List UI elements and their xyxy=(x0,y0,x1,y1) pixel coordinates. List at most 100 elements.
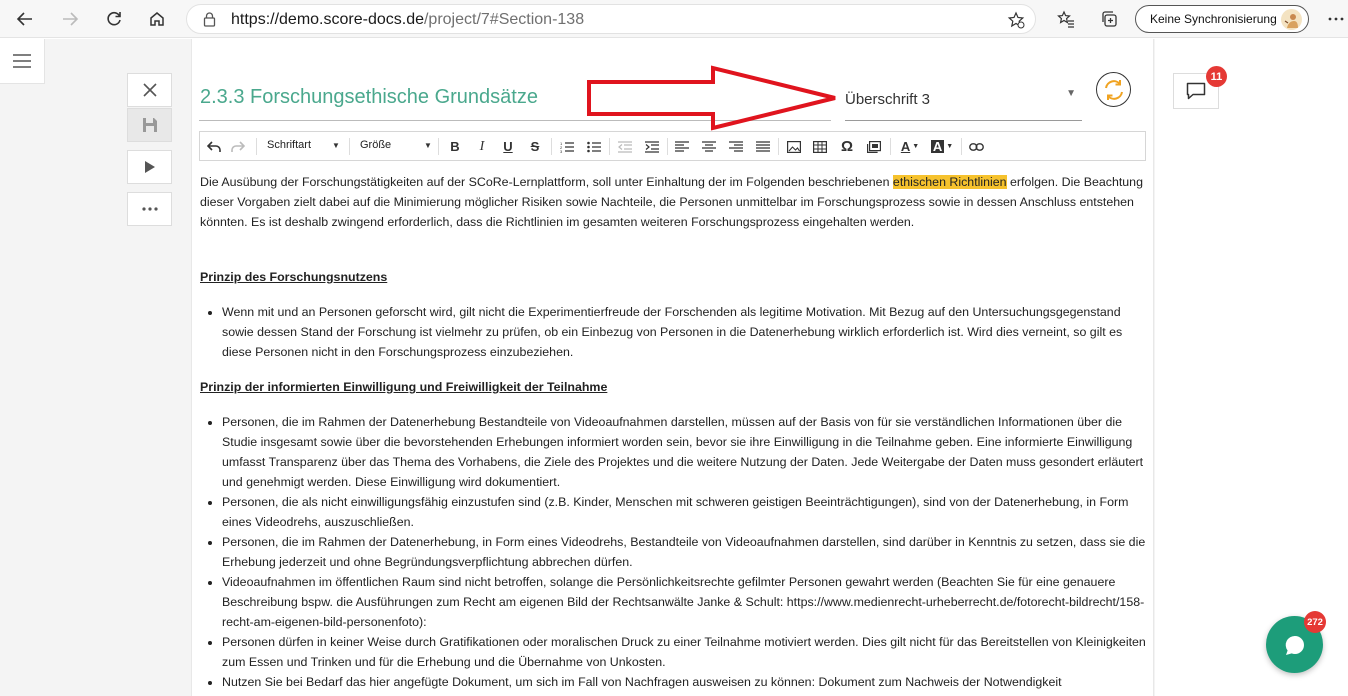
font-size-select[interactable]: Größe xyxy=(360,139,391,151)
special-character-button[interactable]: Ω xyxy=(838,136,856,157)
sync-icon xyxy=(1104,79,1123,100)
chat-icon xyxy=(1285,635,1304,655)
home-icon xyxy=(150,12,164,26)
align-justify-button[interactable] xyxy=(754,136,772,157)
caret-down-icon: ▼ xyxy=(912,143,920,150)
underline-button[interactable]: U xyxy=(499,136,517,157)
save-icon xyxy=(142,118,157,132)
strikethrough-button[interactable]: S xyxy=(526,136,544,157)
text-color-icon: A xyxy=(900,139,911,154)
caret-down-icon: ▼ xyxy=(1066,88,1076,99)
more-options-button[interactable] xyxy=(127,192,172,226)
close-editor-button[interactable] xyxy=(127,73,172,107)
bold-icon: B xyxy=(450,139,460,154)
redo-button[interactable] xyxy=(228,136,248,157)
toolbar-separator xyxy=(256,138,257,155)
size-caret-down-icon: ▼ xyxy=(424,141,432,150)
toolbar-separator xyxy=(667,138,668,155)
text-color-button[interactable]: A ▼ xyxy=(897,136,923,157)
section-title[interactable]: 2.3.3 Forschungsethische Grundsätze xyxy=(200,86,538,109)
bullet-list-button[interactable] xyxy=(585,136,603,157)
paragraph-style-select[interactable]: Überschrift 3 ▼ xyxy=(845,86,1082,121)
toolbar-separator xyxy=(438,138,439,155)
toolbar-separator xyxy=(349,138,350,155)
indent-button[interactable] xyxy=(643,136,661,157)
insert-image-button[interactable] xyxy=(785,136,803,157)
list-informed-consent: Personen, die im Rahmen der Datenerhebun… xyxy=(200,412,1146,692)
intro-paragraph: Die Ausübung der Forschungstätigkeiten a… xyxy=(200,172,1146,232)
sync-profile-button[interactable]: Keine Synchronisierung xyxy=(1135,5,1309,33)
save-button[interactable] xyxy=(127,108,172,142)
paragraph-style-value: Überschrift 3 xyxy=(845,91,931,108)
list-item: Personen dürfen in keiner Weise durch Gr… xyxy=(222,632,1146,672)
italic-icon: I xyxy=(479,138,485,154)
bold-button[interactable]: B xyxy=(446,136,464,157)
font-caret-down-icon: ▼ xyxy=(332,141,340,150)
undo-button[interactable] xyxy=(204,136,224,157)
home-button[interactable] xyxy=(143,5,171,33)
strikethrough-icon: S xyxy=(530,139,540,154)
more-icon xyxy=(1328,17,1344,21)
ordered-list-icon: 123 xyxy=(560,141,574,153)
toolbar-separator xyxy=(778,138,779,155)
back-icon xyxy=(16,12,32,26)
hamburger-icon xyxy=(13,54,31,68)
list-item: Wenn mit und an Personen geforscht wird,… xyxy=(222,302,1146,362)
align-center-button[interactable] xyxy=(700,136,718,157)
forward-button[interactable] xyxy=(56,5,84,33)
back-button[interactable] xyxy=(11,5,39,33)
undo-icon xyxy=(207,140,221,152)
insert-table-button[interactable] xyxy=(811,136,829,157)
browser-more-button[interactable] xyxy=(1322,5,1348,33)
play-icon xyxy=(144,161,155,173)
background-color-button[interactable]: A ▼ xyxy=(929,136,955,157)
toolbar-separator xyxy=(890,138,891,155)
comment-icon xyxy=(1186,82,1206,100)
close-icon xyxy=(142,83,157,97)
redo-icon xyxy=(231,140,245,152)
favorites-button[interactable] xyxy=(1052,5,1080,33)
table-icon xyxy=(813,140,827,153)
more-horizontal-icon xyxy=(141,207,158,211)
list-item: Personen, die als nicht einwilligungsfäh… xyxy=(222,492,1146,532)
align-left-icon xyxy=(675,140,689,152)
hamburger-menu-button[interactable] xyxy=(0,39,45,84)
ordered-list-button[interactable]: 123 xyxy=(558,136,576,157)
outdent-button[interactable] xyxy=(616,136,634,157)
favorites-icon xyxy=(1057,10,1074,28)
toolbar-separator xyxy=(551,138,552,155)
underline-icon: U xyxy=(503,139,513,154)
list-item: Nutzen Sie bei Bedarf das hier angefügte… xyxy=(222,672,1146,692)
address-bar[interactable]: https://demo.score-docs.de/project/7#Sec… xyxy=(186,4,1036,34)
caret-down-icon: ▼ xyxy=(946,143,954,150)
bullet-list-icon xyxy=(587,141,601,152)
collections-button[interactable] xyxy=(1095,5,1123,33)
sync-status-button[interactable] xyxy=(1096,72,1131,107)
play-button[interactable] xyxy=(127,150,172,184)
reload-button[interactable] xyxy=(100,5,128,33)
url-path: /project/7#Section-138 xyxy=(423,11,585,28)
favorite-add-icon[interactable] xyxy=(1007,11,1025,29)
align-right-button[interactable] xyxy=(727,136,745,157)
omega-icon: Ω xyxy=(840,138,854,155)
comments-count-badge: 11 xyxy=(1206,66,1227,87)
font-family-select[interactable]: Schriftart xyxy=(267,139,311,151)
link-icon xyxy=(968,142,984,151)
list-item: Personen, die im Rahmen der Datenerhebun… xyxy=(222,412,1146,492)
align-left-button[interactable] xyxy=(673,136,691,157)
lock-icon xyxy=(203,12,216,27)
media-icon xyxy=(867,140,881,153)
heading-research-benefit: Prinzip des Forschungsnutzens xyxy=(200,270,388,284)
sync-label: Keine Synchronisierung xyxy=(1150,12,1277,26)
insert-media-button[interactable] xyxy=(865,136,883,157)
highlighted-text: ethischen Richtlinien xyxy=(892,175,1007,189)
italic-button[interactable]: I xyxy=(473,136,491,157)
intro-text-start: Die Ausübung der Forschungstätigkeiten a… xyxy=(200,175,893,189)
right-panel xyxy=(1155,39,1348,696)
insert-link-button[interactable] xyxy=(967,136,985,157)
chat-count-badge: 272 xyxy=(1304,611,1326,633)
document-content[interactable]: Die Ausübung der Forschungstätigkeiten a… xyxy=(200,172,1146,692)
forward-icon xyxy=(63,12,79,26)
align-center-icon xyxy=(702,140,716,152)
profile-avatar xyxy=(1281,9,1302,30)
